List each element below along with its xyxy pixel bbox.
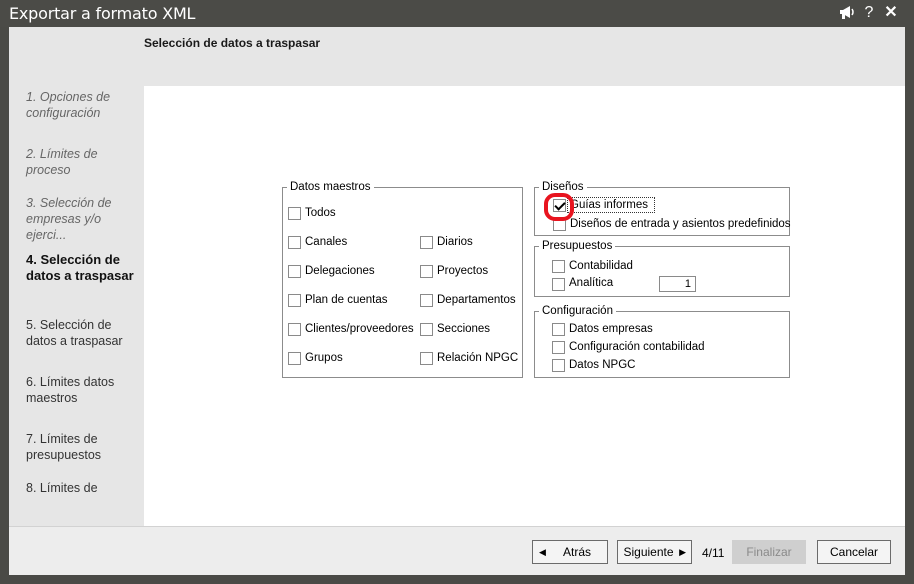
configuracion-group: Configuración Datos empresas Configuraci… <box>534 304 790 378</box>
presupuestos-title: Presupuestos <box>539 239 616 253</box>
datos-maestros-group: Datos maestros Todos Canales Delegacione… <box>282 180 523 378</box>
plan-de-cuentas-checkbox[interactable] <box>288 294 301 307</box>
grupos-label[interactable]: Grupos <box>305 351 343 365</box>
cancel-button[interactable]: Cancelar <box>817 540 891 564</box>
departamentos-checkbox[interactable] <box>420 294 433 307</box>
main-panel: Datos maestros Todos Canales Delegacione… <box>144 86 905 526</box>
analitica-value-input[interactable]: 1 <box>659 276 696 292</box>
steps-sidebar: 1. Opciones de configuración 2. Límites … <box>9 86 144 526</box>
departamentos-label[interactable]: Departamentos <box>437 293 516 307</box>
chevron-left-icon: ◀ <box>539 547 546 557</box>
close-icon[interactable]: ✕ <box>882 4 900 22</box>
sidebar-step-1[interactable]: 1. Opciones de configuración <box>26 89 138 121</box>
datos-empresas-checkbox[interactable] <box>552 323 565 336</box>
configuracion-title: Configuración <box>539 304 616 318</box>
sidebar-step-8[interactable]: 8. Límites de <box>26 480 138 496</box>
sidebar-step-2[interactable]: 2. Límites de proceso <box>26 146 138 178</box>
back-button[interactable]: ◀ Atrás <box>532 540 608 564</box>
configuracion-contabilidad-label[interactable]: Configuración contabilidad <box>569 340 705 354</box>
configuracion-contabilidad-checkbox[interactable] <box>552 341 565 354</box>
sidebar-step-6[interactable]: 6. Límites datos maestros <box>26 374 138 406</box>
contabilidad-label[interactable]: Contabilidad <box>569 259 633 273</box>
sidebar-step-7[interactable]: 7. Límites de presupuestos <box>26 431 138 463</box>
chevron-right-icon: ▶ <box>679 547 686 557</box>
megaphone-icon[interactable] <box>838 4 856 22</box>
diarios-checkbox[interactable] <box>420 236 433 249</box>
diarios-label[interactable]: Diarios <box>437 235 473 249</box>
delegaciones-label[interactable]: Delegaciones <box>305 264 375 278</box>
sidebar-step-4[interactable]: 4. Selección de datos a traspasar <box>26 252 138 284</box>
secciones-label[interactable]: Secciones <box>437 322 490 336</box>
page-title: Selección de datos a traspasar <box>144 36 321 50</box>
todos-checkbox[interactable] <box>288 207 301 220</box>
title-bar: Exportar a formato XML ? ✕ <box>0 0 914 27</box>
header-band: Selección de datos a traspasar <box>9 27 905 86</box>
sidebar-step-3[interactable]: 3. Selección de empresas y/o ejerci... <box>26 195 138 243</box>
clientes-proveedores-label[interactable]: Clientes/proveedores <box>305 322 414 336</box>
datos-maestros-title: Datos maestros <box>287 180 374 194</box>
canales-checkbox[interactable] <box>288 236 301 249</box>
finish-button[interactable]: Finalizar <box>732 540 806 564</box>
disenos-title: Diseños <box>539 180 587 194</box>
canales-label[interactable]: Canales <box>305 235 347 249</box>
contabilidad-checkbox[interactable] <box>552 260 565 273</box>
guias-informes-label[interactable]: Guías informes <box>567 197 655 213</box>
sidebar-step-5[interactable]: 5. Selección de datos a traspasar <box>26 317 138 349</box>
analitica-checkbox[interactable] <box>552 278 565 291</box>
proyectos-checkbox[interactable] <box>420 265 433 278</box>
presupuestos-group: Presupuestos Contabilidad Analítica 1 <box>534 239 790 297</box>
todos-label[interactable]: Todos <box>305 206 336 220</box>
relacion-npgc-label[interactable]: Relación NPGC <box>437 351 518 365</box>
grupos-checkbox[interactable] <box>288 352 301 365</box>
back-button-label: Atrás <box>562 545 591 559</box>
help-icon[interactable]: ? <box>862 4 876 22</box>
next-button-label: Siguiente <box>623 545 674 559</box>
disenos-entrada-label[interactable]: Diseños de entrada y asientos predefinid… <box>570 217 791 231</box>
wizard-window: Selección de datos a traspasar 1. Opcion… <box>9 27 905 575</box>
next-button[interactable]: Siguiente ▶ <box>617 540 692 564</box>
secciones-checkbox[interactable] <box>420 323 433 336</box>
clientes-proveedores-checkbox[interactable] <box>288 323 301 336</box>
datos-npgc-checkbox[interactable] <box>552 359 565 372</box>
highlight-ring <box>544 193 574 221</box>
proyectos-label[interactable]: Proyectos <box>437 264 488 278</box>
plan-de-cuentas-label[interactable]: Plan de cuentas <box>305 293 387 307</box>
relacion-npgc-checkbox[interactable] <box>420 352 433 365</box>
window-title: Exportar a formato XML <box>9 4 196 23</box>
delegaciones-checkbox[interactable] <box>288 265 301 278</box>
analitica-label[interactable]: Analítica <box>569 276 613 290</box>
datos-npgc-label[interactable]: Datos NPGC <box>569 358 635 372</box>
datos-empresas-label[interactable]: Datos empresas <box>569 322 653 336</box>
page-counter: 4/11 <box>702 546 725 560</box>
